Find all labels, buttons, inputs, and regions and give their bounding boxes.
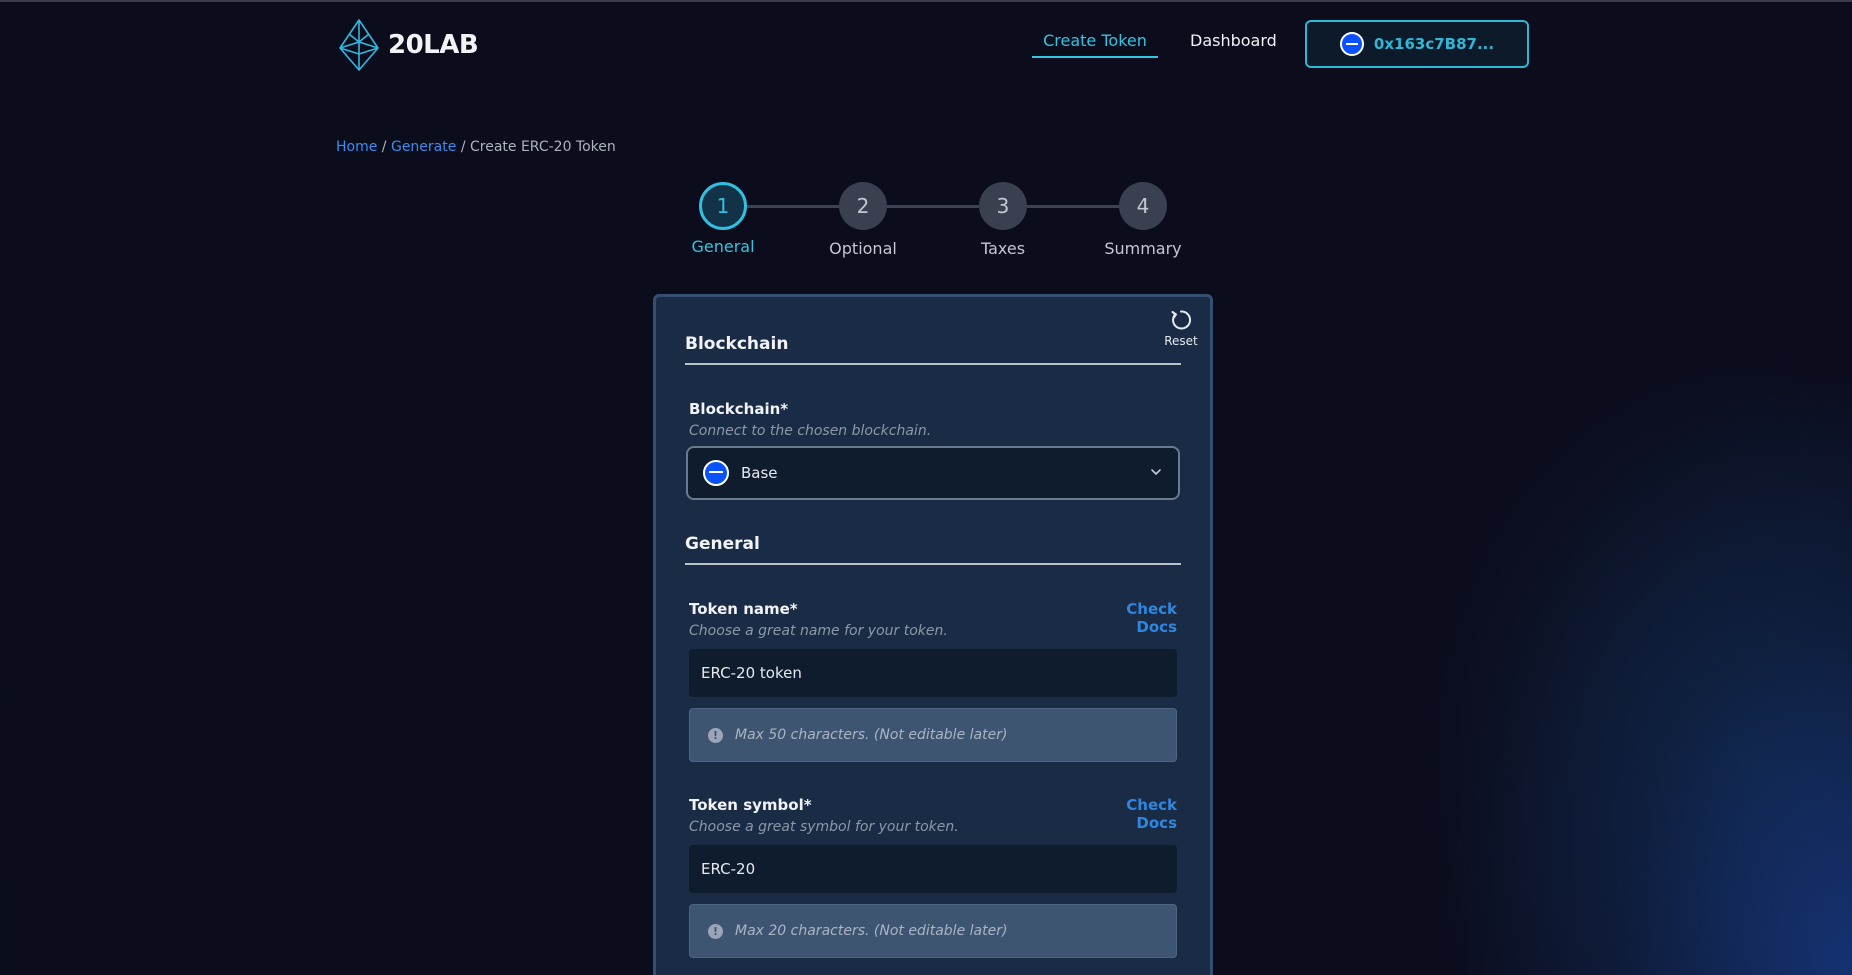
top-border bbox=[0, 0, 1852, 2]
exclamation-icon: ! bbox=[708, 923, 723, 939]
stepper-connector bbox=[1026, 205, 1122, 208]
token-symbol-note: ! Max 20 characters. (Not editable later… bbox=[689, 904, 1177, 958]
base-chain-icon bbox=[1339, 32, 1364, 56]
token-name-hint: Choose a great name for your token. bbox=[689, 623, 948, 639]
step-3-taxes[interactable]: 3 bbox=[979, 182, 1027, 230]
token-name-input[interactable] bbox=[689, 649, 1177, 697]
wallet-button[interactable]: 0x163c7B87... bbox=[1305, 20, 1529, 68]
exclamation-icon: ! bbox=[708, 727, 723, 743]
step-2-optional[interactable]: 2 bbox=[839, 182, 887, 230]
reset-button[interactable]: Reset bbox=[1160, 307, 1202, 348]
stepper-connector bbox=[746, 205, 842, 208]
step-1-general[interactable]: 1 bbox=[699, 182, 747, 230]
token-name-check-docs-link[interactable]: Check Docs bbox=[1085, 600, 1177, 636]
section-title-general: General bbox=[685, 534, 760, 554]
diamond-logo-icon bbox=[339, 19, 379, 71]
breadcrumb-generate[interactable]: Generate bbox=[391, 139, 456, 155]
step-label-summary: Summary bbox=[1104, 239, 1182, 258]
section-divider bbox=[685, 563, 1181, 565]
base-chain-icon bbox=[703, 460, 729, 486]
token-symbol-label: Token symbol* bbox=[689, 796, 812, 814]
breadcrumb-home[interactable]: Home bbox=[336, 139, 377, 155]
token-symbol-note-text: Max 20 characters. (Not editable later) bbox=[735, 923, 1008, 939]
section-title-blockchain: Blockchain bbox=[685, 334, 789, 354]
step-label-taxes: Taxes bbox=[980, 239, 1026, 258]
chevron-down-icon bbox=[1151, 469, 1161, 475]
logo-text: 20LAB bbox=[388, 30, 479, 60]
breadcrumb: Home / Generate / Create ERC-20 Token bbox=[336, 139, 616, 155]
token-symbol-check-docs-link[interactable]: Check Docs bbox=[1085, 796, 1177, 832]
reset-label: Reset bbox=[1164, 334, 1198, 348]
nav-create-token[interactable]: Create Token bbox=[1032, 31, 1158, 58]
token-symbol-input[interactable] bbox=[689, 845, 1177, 893]
token-name-label: Token name* bbox=[689, 600, 798, 618]
breadcrumb-separator: / bbox=[460, 139, 466, 155]
token-symbol-hint: Choose a great symbol for your token. bbox=[689, 819, 959, 835]
section-divider bbox=[685, 363, 1181, 365]
breadcrumb-current: Create ERC-20 Token bbox=[469, 139, 616, 155]
wallet-address: 0x163c7B87... bbox=[1373, 35, 1495, 53]
nav-dashboard[interactable]: Dashboard bbox=[1190, 31, 1277, 50]
reset-icon bbox=[1171, 310, 1192, 330]
blockchain-select[interactable]: Base bbox=[686, 446, 1180, 500]
stepper-connector bbox=[886, 205, 982, 208]
blockchain-selected-value: Base bbox=[741, 464, 778, 482]
step-label-optional: Optional bbox=[829, 239, 897, 258]
breadcrumb-separator: / bbox=[381, 139, 387, 155]
step-4-summary[interactable]: 4 bbox=[1119, 182, 1167, 230]
logo[interactable]: 20LAB bbox=[336, 18, 479, 72]
blockchain-label: Blockchain* bbox=[689, 400, 789, 418]
blockchain-hint: Connect to the chosen blockchain. bbox=[689, 423, 932, 439]
token-name-note-text: Max 50 characters. (Not editable later) bbox=[735, 727, 1008, 743]
step-label-general: General bbox=[691, 237, 755, 256]
token-name-note: ! Max 50 characters. (Not editable later… bbox=[689, 708, 1177, 762]
